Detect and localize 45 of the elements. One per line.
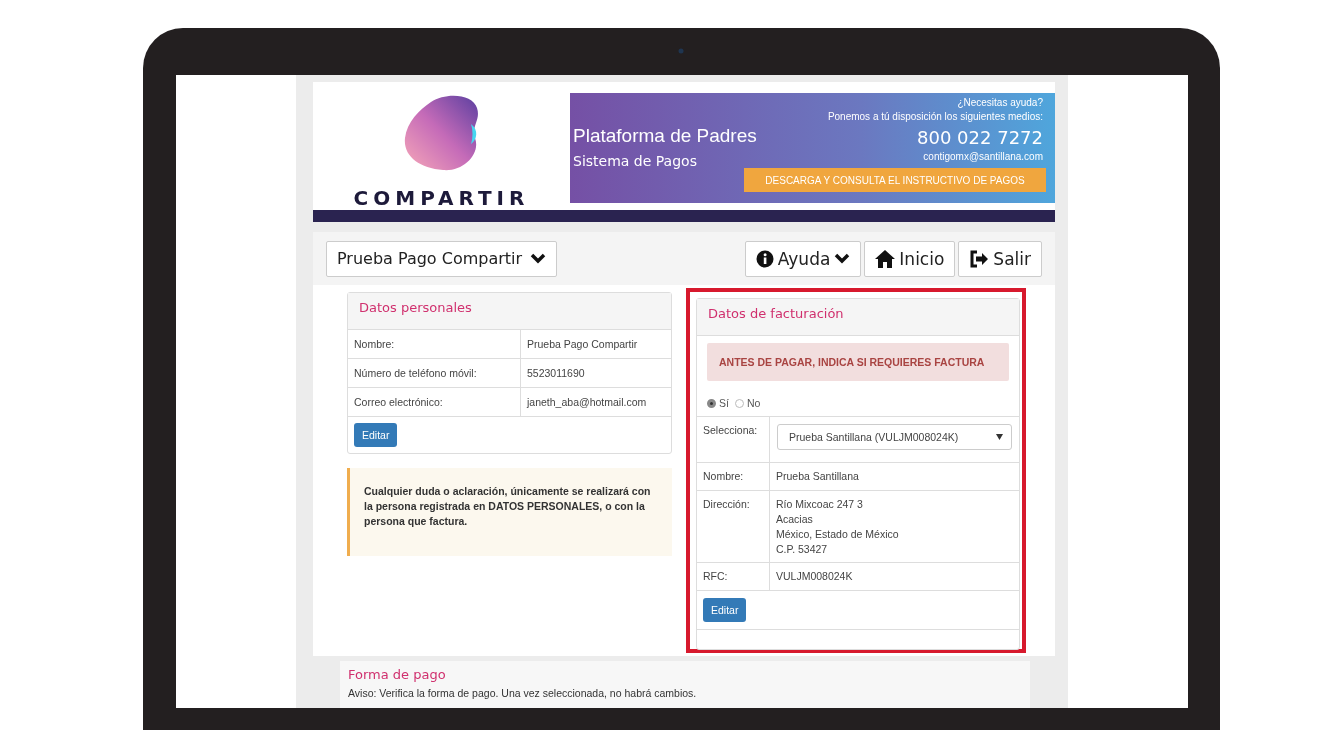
user-menu-button[interactable]: Prueba Pago Compartir bbox=[326, 240, 557, 277]
help-button[interactable]: Ayuda bbox=[744, 240, 862, 277]
payment-notice: Aviso: Verifica la forma de pago. Una vez seleccionada, no habrá cambios. bbox=[348, 687, 698, 699]
logo-text: COMPARTIR bbox=[353, 186, 530, 210]
table-cell-line: México, Estado de México bbox=[776, 527, 900, 542]
edit-button[interactable]: Editar bbox=[703, 598, 747, 622]
banner-title: Plataforma de Padres bbox=[573, 125, 757, 147]
table-cell-line: Prueba Santillana bbox=[776, 469, 860, 484]
home-button[interactable]: Inicio bbox=[864, 240, 956, 277]
table-cell-line: C.P. 53427 bbox=[776, 542, 829, 557]
radio-option[interactable]: Sí bbox=[707, 397, 729, 409]
edit-button[interactable]: Editar bbox=[354, 423, 398, 447]
table-cell-line: VULJM008024K bbox=[776, 569, 854, 584]
table-cell-text: janeth_aba@hotmail.com bbox=[525, 395, 647, 410]
logout-button[interactable]: Salir bbox=[958, 240, 1042, 277]
panel-title: Forma de pago bbox=[348, 667, 447, 682]
table-cell-line: Acacias bbox=[776, 512, 814, 527]
phone-number: 800 022 7272 bbox=[917, 127, 1043, 148]
caret-icon bbox=[530, 252, 546, 265]
table-cell-text: Prueba Pago Compartir bbox=[526, 337, 638, 352]
banner-subtitle: Sistema de Pagos bbox=[573, 153, 697, 169]
panel-title: Datos personales bbox=[348, 293, 671, 330]
contact-email: contigomx@santillana.com bbox=[923, 150, 1043, 164]
help-question: ¿Necesitas ayuda? bbox=[957, 96, 1043, 110]
help-text: Ponemos a tú disposición los siguientes medios: bbox=[827, 110, 1043, 124]
radio-option[interactable]: No bbox=[734, 397, 761, 409]
info-icon bbox=[755, 249, 774, 268]
logout-icon bbox=[969, 249, 990, 268]
table-cell-text: 5523011690 bbox=[526, 366, 585, 381]
notice-text: Cualquier duda o aclaración, únicamente se realizará con la persona registrada en DATOS PERSONALES, o con la persona que factura. bbox=[347, 468, 672, 556]
table-cell-line: Río Mixcoac 247 3 bbox=[776, 497, 864, 512]
table-cell: Correo electrónico: bbox=[348, 388, 521, 416]
dropdown-arrow-icon bbox=[996, 434, 1003, 440]
table-cell: RFC: bbox=[697, 563, 770, 590]
billing-select[interactable]: Prueba Santillana (VULJM008024K) bbox=[777, 424, 1012, 450]
table-cell: Dirección: bbox=[697, 491, 770, 562]
alert-message: ANTES DE PAGAR, INDICA SI REQUIERES FACTURA bbox=[707, 343, 1009, 381]
table-cell: Selecciona: bbox=[697, 417, 770, 462]
camera-icon bbox=[678, 48, 684, 54]
home-icon bbox=[875, 249, 896, 268]
panel-title: Datos de facturación bbox=[697, 299, 1019, 336]
table-cell: Número de teléfono móvil: bbox=[348, 359, 521, 387]
table-cell: Nombre: bbox=[348, 330, 521, 358]
table-cell: Nombre: bbox=[697, 463, 770, 490]
caret-icon bbox=[834, 252, 851, 265]
